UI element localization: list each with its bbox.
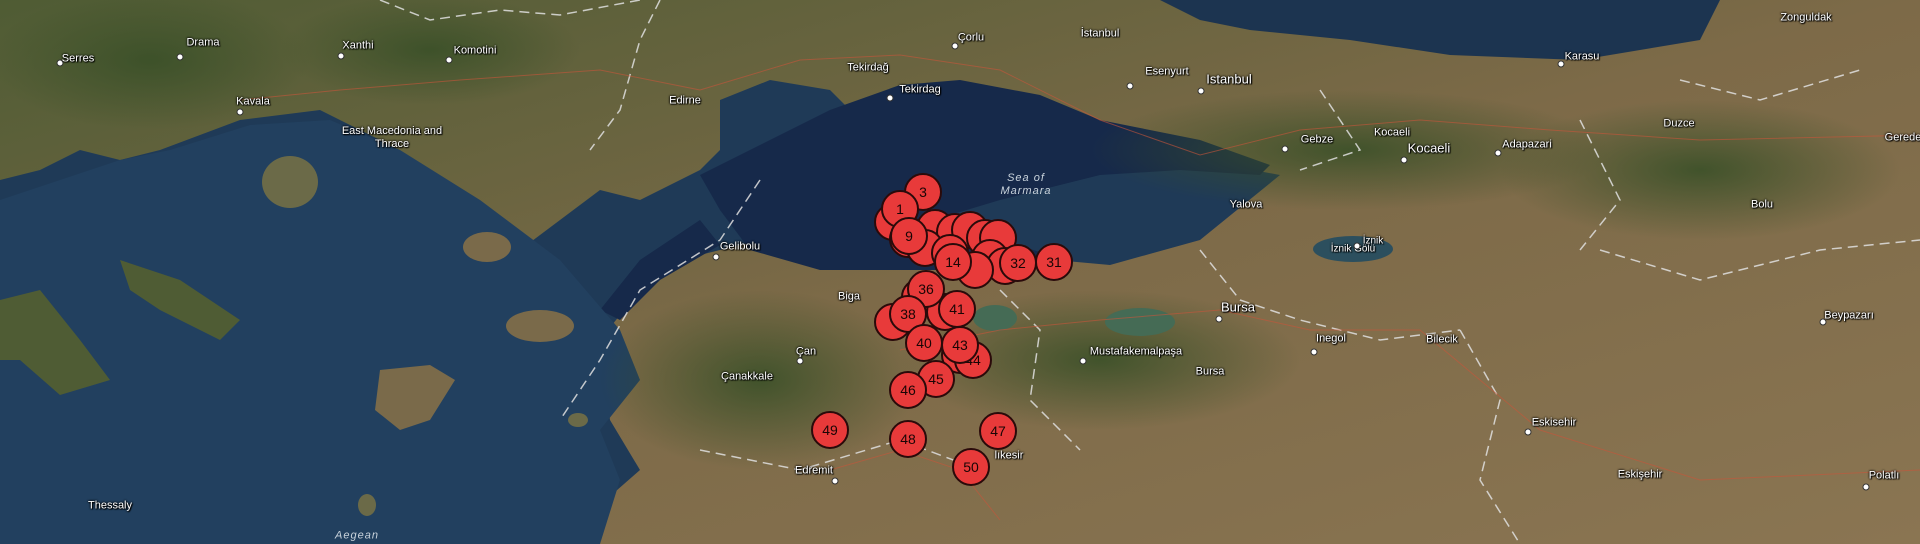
city-dot: [1524, 428, 1532, 436]
region-east-macedonia: East Macedonia and Thrace: [341, 125, 443, 150]
place-esenyurt: Esenyurt: [1145, 65, 1189, 78]
place-duzce: Duzce: [1663, 117, 1695, 130]
place-kocaeli: Kocaeli: [1407, 140, 1451, 156]
island-samothrace: [463, 232, 511, 262]
place-biga: Biga: [837, 290, 861, 303]
place-gerede: Gerede: [1884, 131, 1920, 144]
map-marker-9[interactable]: 9: [890, 217, 928, 255]
place-bursa-province: Bursa: [1195, 365, 1225, 378]
map-marker-49[interactable]: 49: [811, 411, 849, 449]
city-dot: [712, 253, 720, 261]
place-xanthi: Xanthi: [342, 39, 374, 52]
place-canakkale: Çanakkale: [721, 370, 773, 383]
place-gelibolu: Gelibolu: [719, 240, 761, 253]
place-gebze: Gebze: [1300, 133, 1334, 146]
place-drama: Drama: [186, 36, 220, 49]
place-karasu: Karasu: [1564, 50, 1600, 63]
city-dot: [236, 108, 244, 116]
city-dot: [1494, 149, 1502, 157]
place-bolu: Bolu: [1750, 198, 1774, 211]
island-imbros: [506, 310, 574, 342]
city-dot: [796, 357, 804, 365]
city-dot: [1079, 357, 1087, 365]
city-dot: [1400, 156, 1408, 164]
region-thessaly: Thessaly: [87, 499, 133, 512]
satellite-map[interactable]: East Macedonia and Thrace Thessaly Sea o…: [0, 0, 1920, 544]
manyas-lake: [973, 305, 1017, 331]
forest-4: [1500, 100, 1900, 240]
place-inegol: Inegol: [1316, 332, 1346, 345]
place-edirne: Edirne: [669, 94, 701, 107]
city-dot: [1197, 87, 1205, 95]
map-marker-47[interactable]: 47: [979, 412, 1017, 450]
city-dot: [831, 477, 839, 485]
island-small: [358, 494, 376, 516]
uluabat-lake: [1105, 308, 1175, 336]
place-iznik: İznik: [1362, 235, 1384, 247]
city-dot: [1310, 348, 1318, 356]
place-beypazari: Beypazarı: [1824, 309, 1874, 322]
place-bilecik: Bilecik: [1426, 333, 1458, 346]
map-marker-46[interactable]: 46: [889, 371, 927, 409]
city-dot: [337, 52, 345, 60]
map-marker-32[interactable]: 32: [999, 244, 1037, 282]
place-tekirdag-province: Tekirdağ: [847, 61, 889, 74]
place-zonguldak: Zonguldak: [1780, 11, 1832, 24]
place-istanbul-province: İstanbul: [1080, 27, 1120, 40]
city-dot: [1353, 242, 1361, 250]
map-marker-43[interactable]: 43: [941, 326, 979, 364]
place-edremit: Edremit: [795, 464, 833, 477]
island-thasos: [262, 156, 318, 208]
city-dot: [1126, 82, 1134, 90]
city-dot: [1215, 315, 1223, 323]
city-dot: [1557, 60, 1565, 68]
map-marker-31[interactable]: 31: [1035, 243, 1073, 281]
city-dot: [176, 53, 184, 61]
forest-2: [280, 0, 580, 105]
place-kavala: Kavala: [236, 95, 270, 108]
city-dot: [1281, 145, 1289, 153]
city-dot: [886, 94, 894, 102]
city-dot: [1862, 483, 1870, 491]
place-serres: Serres: [61, 52, 95, 65]
place-eskisehir-province: Eskisehir: [1531, 416, 1577, 429]
place-adapazari: Adapazari: [1502, 138, 1552, 151]
place-komotini: Komotini: [453, 44, 497, 57]
map-marker-41[interactable]: 41: [938, 290, 976, 328]
map-marker-40[interactable]: 40: [905, 324, 943, 362]
map-marker-48[interactable]: 48: [889, 420, 927, 458]
place-eskisehir: Eskişehir: [1617, 468, 1663, 481]
place-tekirdag: Tekirdag: [899, 83, 941, 96]
place-mustafakemalpasa: Mustafakemalpaşa: [1089, 345, 1183, 358]
place-bursa: Bursa: [1221, 299, 1255, 315]
place-yalova: Yalova: [1229, 198, 1263, 211]
water-aegean: Aegean: [335, 529, 379, 542]
place-corlu: Çorlu: [957, 31, 985, 44]
place-istanbul: Istanbul: [1206, 71, 1252, 87]
place-balikesir: lıkesir: [994, 449, 1024, 462]
place-kocaeli-province: Kocaeli: [1373, 126, 1411, 139]
island-tenedos: [568, 413, 588, 427]
city-dot: [445, 56, 453, 64]
place-polatli: Polatlı: [1868, 469, 1900, 482]
water-sea-of-marmara: Sea of Marmara: [1000, 172, 1052, 197]
map-marker-50[interactable]: 50: [952, 448, 990, 486]
